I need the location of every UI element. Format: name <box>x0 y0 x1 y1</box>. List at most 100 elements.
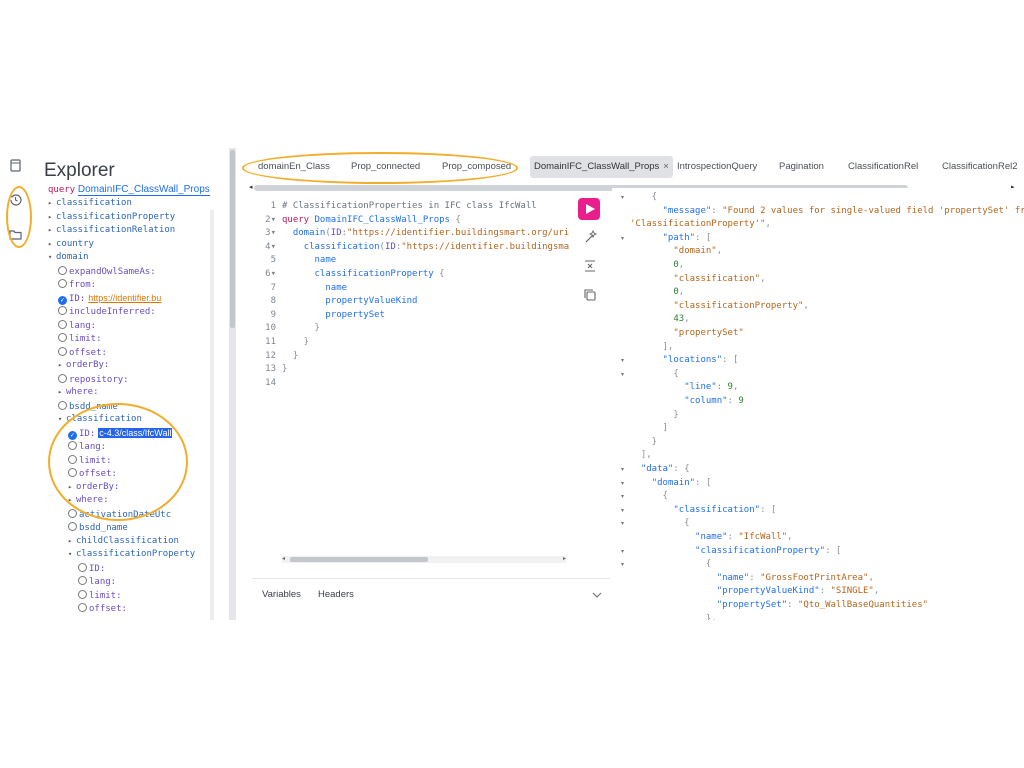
tab-prop_composed[interactable]: Prop_composed <box>442 156 511 178</box>
checkbox-icon[interactable] <box>58 400 67 410</box>
argument-row[interactable]: ✓ ID: c-4.3/class/IfcWall <box>68 427 173 441</box>
close-icon[interactable]: × <box>663 161 669 172</box>
checkbox-icon[interactable] <box>68 441 77 450</box>
chevron-right-icon[interactable]: ▸ <box>58 388 66 396</box>
explorer-scrollbar[interactable] <box>210 210 214 620</box>
scroll-right-icon[interactable]: ▸ <box>563 555 566 562</box>
field-row[interactable]: ▸ country <box>48 239 94 252</box>
argument-row[interactable]: lang: <box>68 441 106 454</box>
checkbox-icon[interactable] <box>58 306 67 315</box>
argument-row[interactable]: ▸ orderBy: <box>58 360 109 373</box>
code-line[interactable]: } <box>282 323 320 333</box>
tab-introspectionquery[interactable]: IntrospectionQuery <box>677 156 757 178</box>
chevron-right-icon[interactable]: ▸ <box>68 496 76 504</box>
query-editor[interactable]: 1 # ClassificationProperties in IFC clas… <box>252 194 610 578</box>
tab-classificationrel[interactable]: ClassificationRel <box>848 156 918 178</box>
argument-row[interactable]: expandOwlSameAs: <box>58 265 156 279</box>
checkbox-icon[interactable] <box>58 279 67 288</box>
argument-row[interactable]: ✓ ID: https://identifier.bu <box>58 293 161 306</box>
copy-icon[interactable] <box>583 288 597 302</box>
checkbox-icon[interactable] <box>58 265 67 275</box>
code-line[interactable]: } <box>282 364 287 374</box>
run-button[interactable] <box>578 198 600 220</box>
argument-row[interactable]: ID: <box>78 562 105 576</box>
argument-row[interactable]: from: <box>58 279 96 292</box>
fold-toggle-icon[interactable]: ▾ <box>621 235 624 242</box>
argument-row[interactable]: ▸ orderBy: <box>68 482 119 495</box>
code-line[interactable]: # ClassificationProperties in IFC class … <box>282 201 537 211</box>
checkbox-icon[interactable] <box>78 589 87 599</box>
code-line[interactable]: domain(ID:"https://identifier.buildingsm… <box>282 228 569 238</box>
tab-domainifc_classwall_props[interactable]: DomainIFC_ClassWall_Props × <box>530 156 673 178</box>
argument-row[interactable]: offset: <box>78 603 127 616</box>
field-row[interactable]: ▾ classification <box>58 414 142 427</box>
fold-toggle-icon[interactable]: ▾ <box>621 194 624 201</box>
checkbox-icon[interactable] <box>78 576 87 585</box>
fold-toggle-icon[interactable]: ▾ <box>621 466 624 473</box>
scroll-left-icon[interactable]: ◂ <box>282 555 285 562</box>
code-line[interactable]: name <box>282 255 337 265</box>
scrollbar-thumb[interactable] <box>230 150 235 328</box>
checkbox-icon[interactable] <box>78 562 87 572</box>
field-row[interactable]: ▸ classificationRelation <box>48 225 175 238</box>
checkbox-icon[interactable] <box>58 346 67 356</box>
fold-toggle-icon[interactable]: ▾ <box>621 561 624 568</box>
field-row[interactable]: bsdd_name <box>68 522 128 535</box>
chevron-right-icon[interactable]: ▸ <box>68 483 76 491</box>
code-line[interactable]: propertySet <box>282 310 385 320</box>
chevron-right-icon[interactable]: ▸ <box>48 240 56 248</box>
fold-toggle-icon[interactable]: ▾ <box>621 480 624 487</box>
checkbox-icon[interactable] <box>68 508 77 518</box>
chevron-right-icon[interactable]: ▸ <box>68 537 76 545</box>
fold-toggle-icon[interactable]: ▾ <box>621 507 624 514</box>
merge-icon[interactable] <box>583 259 597 273</box>
chevron-right-icon[interactable]: ▸ <box>48 226 56 234</box>
panel-resize-handle[interactable] <box>229 148 236 620</box>
field-row[interactable]: ▸ childClassification <box>68 536 179 549</box>
checkbox-icon[interactable] <box>58 373 67 383</box>
argument-row[interactable]: lang: <box>58 319 96 333</box>
argument-row[interactable]: includeInferred: <box>58 306 156 319</box>
code-line[interactable]: classificationProperty { <box>282 269 445 279</box>
chevron-right-icon[interactable]: ▸ <box>58 361 66 369</box>
fold-toggle-icon[interactable]: ▾ <box>621 520 624 527</box>
fold-toggle-icon[interactable]: ▾ <box>621 493 624 500</box>
query-header[interactable]: query DomainIFC_ClassWall_Props <box>48 184 210 196</box>
tab-classificationrel2[interactable]: ClassificationRel2 <box>942 156 1018 178</box>
chevron-down-icon[interactable]: ▾ <box>68 550 76 558</box>
field-row[interactable]: activationDateUtc <box>68 508 171 522</box>
argument-row[interactable]: ▸ where: <box>68 495 109 508</box>
code-line[interactable]: } <box>282 337 309 347</box>
code-line[interactable]: } <box>282 351 298 361</box>
code-line[interactable]: query DomainIFC_ClassWall_Props { <box>282 215 461 225</box>
checkbox-icon[interactable] <box>68 522 77 531</box>
argument-row[interactable]: offset: <box>68 468 117 481</box>
code-line[interactable]: propertyValueKind <box>282 296 417 306</box>
argument-row[interactable]: ▸ where: <box>58 387 99 400</box>
checkbox-icon[interactable] <box>68 454 77 464</box>
chevron-right-icon[interactable]: ▸ <box>48 213 56 221</box>
field-row[interactable]: ▸ classificationProperty <box>48 212 175 225</box>
argument-value-input[interactable]: https://identifier.bu <box>88 293 161 303</box>
tab-headers[interactable]: Headers <box>318 589 354 600</box>
scrollbar-thumb[interactable] <box>290 557 428 562</box>
argument-row[interactable]: offset: <box>58 346 107 360</box>
fold-toggle-icon[interactable]: ▾ <box>621 371 624 378</box>
tab-domainen_class[interactable]: domainEn_Class <box>258 156 330 178</box>
chevron-right-icon[interactable]: ▸ <box>48 199 56 207</box>
code-line[interactable]: name <box>282 283 347 293</box>
checkbox-icon[interactable] <box>58 319 67 329</box>
code-line[interactable]: classification(ID:"https://identifier.bu… <box>282 242 570 252</box>
tab-variables[interactable]: Variables <box>262 589 301 600</box>
fold-toggle-icon[interactable]: ▾ <box>621 548 624 555</box>
checkbox-icon[interactable] <box>68 468 77 477</box>
chevron-down-icon[interactable] <box>592 592 602 599</box>
argument-row[interactable]: lang: <box>78 576 116 589</box>
checkbox-icon[interactable] <box>58 333 67 342</box>
argument-row[interactable]: limit: <box>78 589 122 603</box>
history-icon[interactable] <box>9 193 22 206</box>
fold-toggle-icon[interactable]: ▾ <box>621 357 624 364</box>
checkbox-icon[interactable] <box>78 603 87 612</box>
argument-row[interactable]: limit: <box>68 454 112 468</box>
tab-pagination[interactable]: Pagination <box>779 156 824 178</box>
